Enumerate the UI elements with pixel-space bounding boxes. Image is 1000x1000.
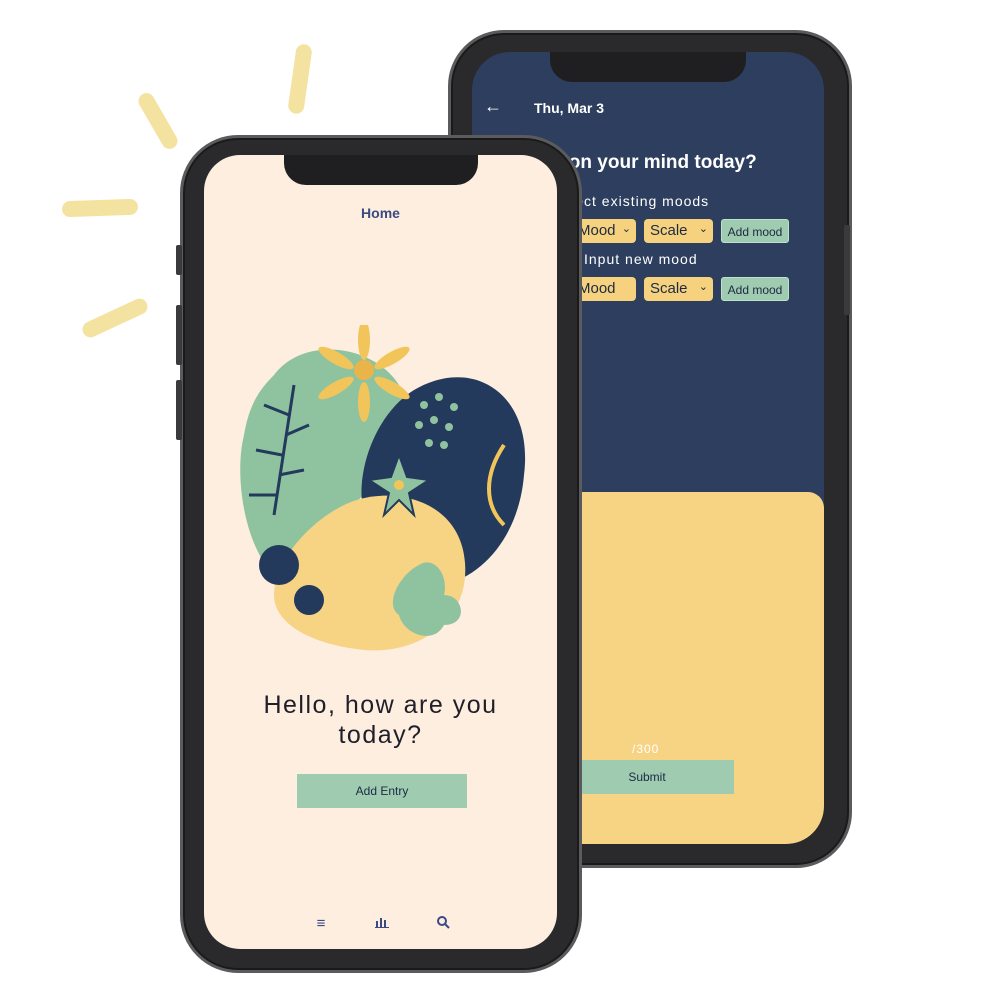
decorative-ray	[61, 198, 139, 218]
scale-select[interactable]: Scale ⌄	[644, 219, 713, 243]
scale-select-value: Scale	[650, 280, 688, 297]
mood-input-value: Mood	[578, 280, 616, 297]
character-counter: /300	[632, 742, 660, 756]
side-button	[176, 245, 182, 275]
chart-icon[interactable]	[370, 915, 394, 932]
mood-select-value: Mood	[578, 222, 616, 239]
chevron-down-icon: ⌄	[621, 223, 631, 235]
side-button	[844, 225, 850, 315]
chevron-down-icon: ⌄	[698, 223, 708, 235]
entry-date: Thu, Mar 3	[534, 100, 605, 116]
side-button	[176, 305, 182, 365]
search-icon[interactable]	[431, 915, 455, 933]
add-mood-button[interactable]: Add mood	[721, 219, 789, 243]
add-entry-button[interactable]: Add Entry	[297, 774, 467, 808]
back-phone-notch	[550, 52, 746, 82]
scale-select-value: Scale	[650, 222, 688, 239]
menu-icon[interactable]: ≡	[309, 915, 333, 932]
add-mood-button-2[interactable]: Add mood	[721, 277, 789, 301]
new-mood-heading: Input new mood	[584, 251, 698, 267]
chevron-down-icon: ⌄	[698, 281, 708, 293]
arrow-left-icon[interactable]: ←	[484, 96, 502, 117]
side-button	[176, 380, 182, 440]
front-phone-notch	[284, 155, 478, 185]
decorative-ray	[135, 90, 181, 152]
greeting-text: Hello, how are you today?	[263, 691, 498, 749]
decorative-ray	[79, 295, 151, 341]
page-title: Home	[361, 205, 400, 221]
submit-button[interactable]: Submit	[560, 760, 734, 794]
scale-select-2[interactable]: Scale ⌄	[644, 277, 713, 301]
floral-illustration	[240, 325, 526, 651]
home-screen: Home Hello, how are you today? Add Entry…	[204, 155, 557, 949]
decorative-ray	[287, 43, 313, 115]
